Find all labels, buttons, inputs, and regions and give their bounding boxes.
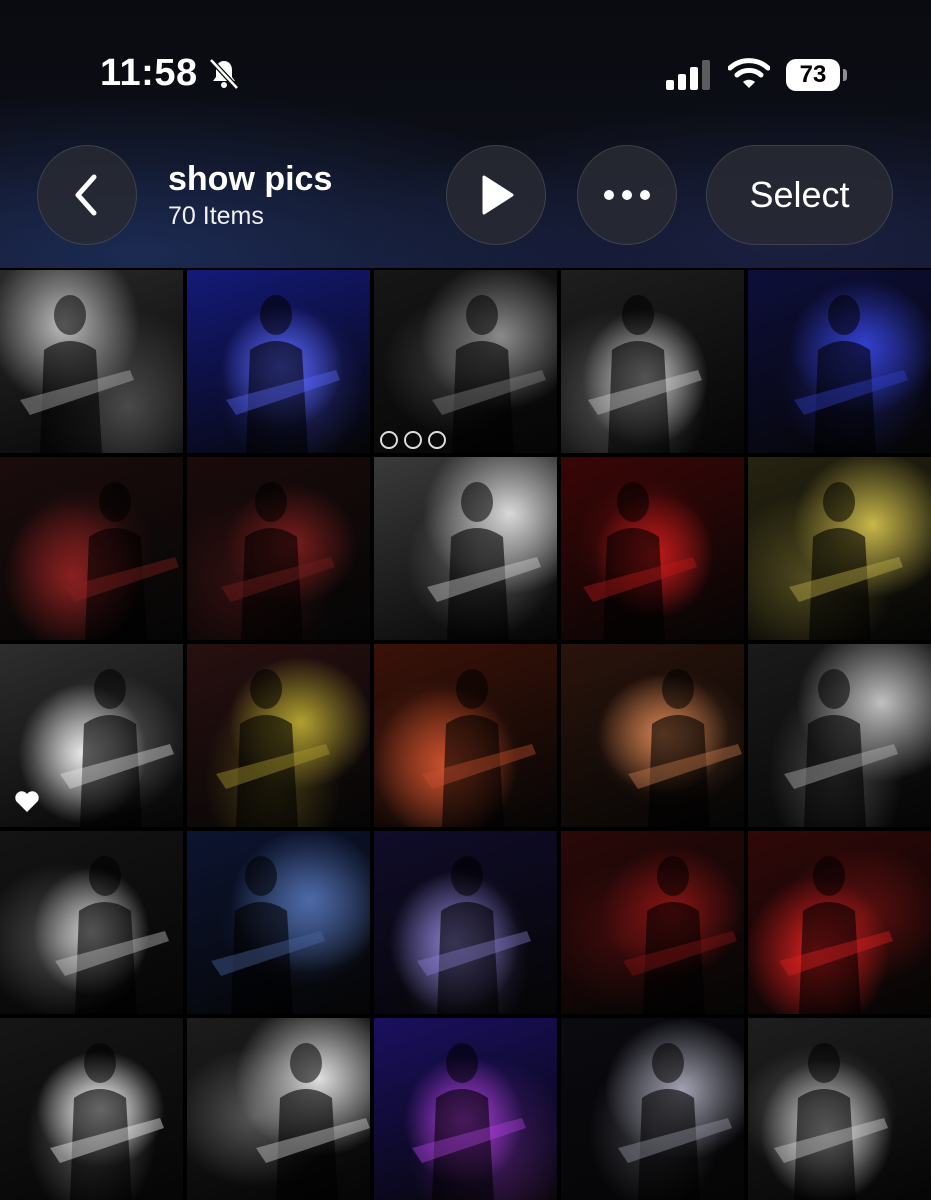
heart-icon — [15, 791, 39, 812]
photo-figure — [216, 669, 330, 827]
battery-tip — [843, 69, 847, 81]
photo-figure — [779, 856, 893, 1014]
photo-thumbnail-guitar-case-bw[interactable] — [187, 1018, 370, 1200]
photo-figure — [211, 856, 325, 1014]
photo-figure — [784, 669, 898, 827]
play-slideshow-button[interactable] — [446, 145, 546, 245]
status-time: 11:58 — [100, 52, 198, 94]
signal-icon — [666, 60, 710, 90]
indicator-dot — [428, 431, 446, 449]
photo-figure — [65, 482, 179, 640]
play-icon — [482, 175, 514, 215]
photo-figure — [226, 295, 340, 453]
photo-figure — [50, 1043, 164, 1200]
photo-thumbnail-two-guitarists-stage[interactable] — [748, 457, 931, 640]
photo-thumbnail-the-raider-poster[interactable] — [187, 457, 370, 640]
photo-thumbnail-silhouette-red[interactable] — [561, 457, 744, 640]
battery-level: 73 — [786, 59, 840, 91]
wifi-icon — [728, 58, 770, 88]
photo-thumbnail-stage-red-lights[interactable] — [748, 831, 931, 1014]
photo-figure — [618, 1043, 732, 1200]
indicator-dot — [380, 431, 398, 449]
photo-figure — [422, 669, 536, 827]
photo-thumbnail-stage-purple[interactable] — [374, 1018, 557, 1200]
photo-thumbnail-guitarist-red-text[interactable] — [0, 457, 183, 640]
photo-thumbnail-drum-kit-blue[interactable] — [187, 831, 370, 1014]
photo-thumbnail-legs-guitar-bw[interactable] — [0, 1018, 183, 1200]
photo-thumbnail-guitarist-blue[interactable] — [187, 270, 370, 453]
photo-figure — [588, 295, 702, 453]
photo-figure — [432, 295, 546, 453]
battery-icon: 73 — [786, 59, 847, 91]
back-button[interactable] — [37, 145, 137, 245]
photo-thumbnail-guitarist-blue-text[interactable] — [748, 270, 931, 453]
photo-figure — [628, 669, 742, 827]
chevron-left-icon — [75, 174, 97, 216]
photo-figure — [427, 482, 541, 640]
photo-thumbnail-acoustic-bw[interactable] — [748, 644, 931, 827]
photo-figure — [774, 1043, 888, 1200]
photo-thumbnail-poster-collage[interactable] — [561, 270, 744, 453]
photo-figure — [55, 856, 169, 1014]
album-item-count: 70 Items — [168, 202, 264, 230]
photo-figure — [417, 856, 531, 1014]
photo-thumbnail-singer-dark[interactable] — [561, 1018, 744, 1200]
photo-thumbnail-singer-mic-bw[interactable] — [374, 457, 557, 640]
photo-thumbnail-singer-red-dark[interactable] — [561, 831, 744, 1014]
photo-figure — [221, 482, 335, 640]
photo-figure — [412, 1043, 526, 1200]
photo-figure — [789, 482, 903, 640]
ellipsis-icon — [604, 190, 650, 200]
select-button[interactable]: Select — [706, 145, 893, 245]
photo-thumbnail-guitarist-bw[interactable] — [0, 270, 183, 453]
more-options-button[interactable] — [577, 145, 677, 245]
photo-thumbnail-guitarist-warm[interactable] — [561, 644, 744, 827]
album-title: show pics — [168, 160, 333, 198]
photo-figure — [20, 295, 134, 453]
photo-thumbnail-hand-raised-light[interactable] — [0, 644, 183, 827]
photo-figure — [256, 1043, 370, 1200]
photo-figure — [583, 482, 697, 640]
photo-thumbnail-guitar-purple[interactable] — [374, 831, 557, 1014]
bell-slash-icon — [209, 58, 239, 90]
photo-thumbnail-guitarist-bw-3[interactable] — [748, 1018, 931, 1200]
status-bar: 11:58 73 — [0, 0, 931, 120]
photo-thumbnail-guitarist-dark[interactable] — [374, 270, 557, 453]
photo-thumbnail-guitar-closeup-orange[interactable] — [374, 644, 557, 827]
photo-figure — [623, 856, 737, 1014]
photo-grid — [0, 270, 931, 1200]
live-photo-indicator — [380, 431, 446, 449]
indicator-dot — [404, 431, 422, 449]
photo-thumbnail-guitar-closeup-yellow[interactable] — [187, 644, 370, 827]
photo-thumbnail-guitarist-bw-2[interactable] — [0, 831, 183, 1014]
photo-figure — [794, 295, 908, 453]
